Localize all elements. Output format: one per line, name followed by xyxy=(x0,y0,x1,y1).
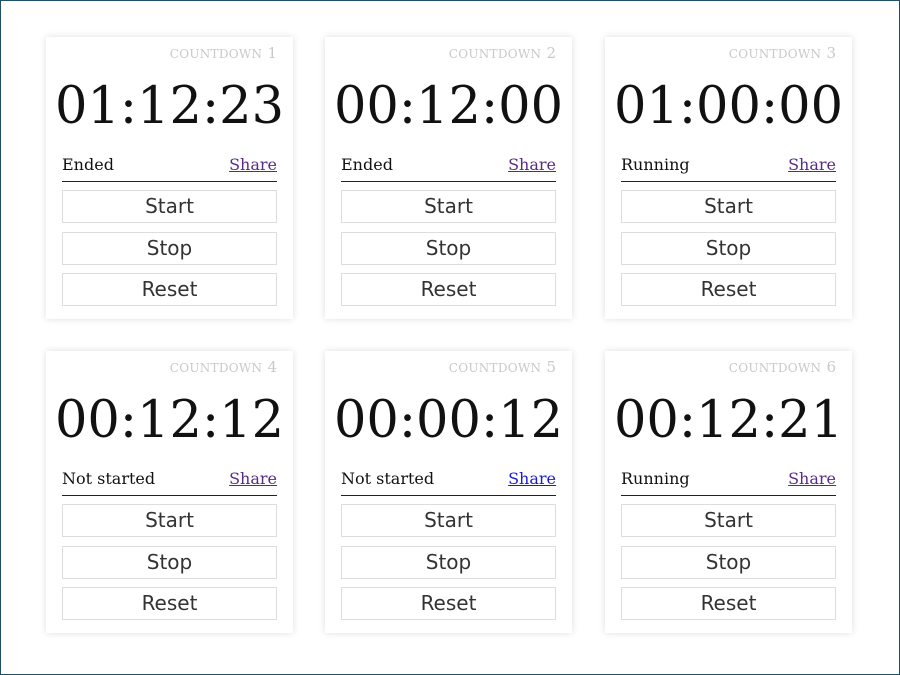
reset-button[interactable]: Reset xyxy=(62,273,277,306)
countdown-label-word: COUNTDOWN xyxy=(728,361,822,375)
countdown-number: 2 xyxy=(546,44,556,62)
status-row: Ended Share xyxy=(341,155,556,182)
countdown-card-5: COUNTDOWN 5 00:00:12 Not started Share S… xyxy=(325,351,572,633)
countdown-label-word: COUNTDOWN xyxy=(448,361,542,375)
status-row: Not started Share xyxy=(341,469,556,496)
start-button[interactable]: Start xyxy=(62,504,277,537)
start-button[interactable]: Start xyxy=(341,504,556,537)
stop-button[interactable]: Stop xyxy=(62,546,277,579)
status-row: Ended Share xyxy=(62,155,277,182)
reset-button[interactable]: Reset xyxy=(621,587,836,620)
countdown-number: 3 xyxy=(826,44,836,62)
countdown-label: COUNTDOWN 2 xyxy=(449,43,556,62)
reset-button[interactable]: Reset xyxy=(341,273,556,306)
countdown-time: 01:12:23 xyxy=(54,77,285,136)
countdown-label-word: COUNTDOWN xyxy=(728,47,822,61)
countdown-label-word: COUNTDOWN xyxy=(448,47,542,61)
reset-button[interactable]: Reset xyxy=(62,587,277,620)
countdown-time: 00:12:21 xyxy=(613,391,844,450)
status-text: Ended xyxy=(62,155,114,174)
countdown-label: COUNTDOWN 4 xyxy=(170,357,277,376)
stop-button[interactable]: Stop xyxy=(621,232,836,265)
share-link[interactable]: Share xyxy=(508,469,556,488)
stop-button[interactable]: Stop xyxy=(62,232,277,265)
status-row: Running Share xyxy=(621,469,836,496)
countdown-label: COUNTDOWN 6 xyxy=(729,357,836,376)
start-button[interactable]: Start xyxy=(621,190,836,223)
countdown-card-2: COUNTDOWN 2 00:12:00 Ended Share Start S… xyxy=(325,37,572,319)
countdown-number: 5 xyxy=(546,358,556,376)
status-row: Not started Share xyxy=(62,469,277,496)
countdown-number: 1 xyxy=(267,44,277,62)
share-link[interactable]: Share xyxy=(508,155,556,174)
status-text: Ended xyxy=(341,155,393,174)
countdown-label: COUNTDOWN 3 xyxy=(729,43,836,62)
countdown-label-word: COUNTDOWN xyxy=(169,47,263,61)
status-text: Running xyxy=(621,469,690,488)
countdown-card-6: COUNTDOWN 6 00:12:21 Running Share Start… xyxy=(605,351,852,633)
countdown-time: 00:00:12 xyxy=(333,391,564,450)
reset-button[interactable]: Reset xyxy=(621,273,836,306)
countdown-label-word: COUNTDOWN xyxy=(169,361,263,375)
start-button[interactable]: Start xyxy=(621,504,836,537)
countdown-label: COUNTDOWN 1 xyxy=(170,43,277,62)
countdown-time: 00:12:12 xyxy=(54,391,285,450)
stop-button[interactable]: Stop xyxy=(341,232,556,265)
countdown-time: 00:12:00 xyxy=(333,77,564,136)
stop-button[interactable]: Stop xyxy=(341,546,556,579)
share-link[interactable]: Share xyxy=(788,469,836,488)
countdown-label: COUNTDOWN 5 xyxy=(449,357,556,376)
status-text: Running xyxy=(621,155,690,174)
status-text: Not started xyxy=(341,469,435,488)
share-link[interactable]: Share xyxy=(788,155,836,174)
countdown-card-1: COUNTDOWN 1 01:12:23 Ended Share Start S… xyxy=(46,37,293,319)
countdown-time: 01:00:00 xyxy=(613,77,844,136)
stop-button[interactable]: Stop xyxy=(621,546,836,579)
countdown-card-4: COUNTDOWN 4 00:12:12 Not started Share S… xyxy=(46,351,293,633)
countdown-card-3: COUNTDOWN 3 01:00:00 Running Share Start… xyxy=(605,37,852,319)
status-row: Running Share xyxy=(621,155,836,182)
start-button[interactable]: Start xyxy=(341,190,556,223)
share-link[interactable]: Share xyxy=(229,469,277,488)
countdown-number: 6 xyxy=(826,358,836,376)
share-link[interactable]: Share xyxy=(229,155,277,174)
reset-button[interactable]: Reset xyxy=(341,587,556,620)
start-button[interactable]: Start xyxy=(62,190,277,223)
status-text: Not started xyxy=(62,469,156,488)
countdown-number: 4 xyxy=(267,358,277,376)
